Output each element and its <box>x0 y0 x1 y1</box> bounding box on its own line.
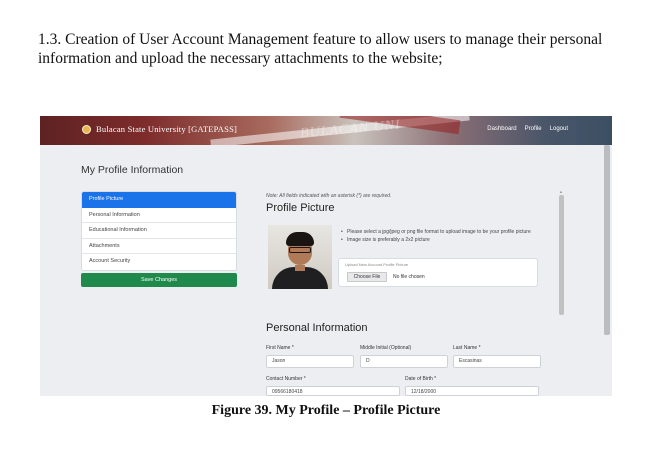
page-scrollbar[interactable] <box>604 145 610 335</box>
menu-item-educational-information[interactable]: Educational Information <box>82 223 236 239</box>
personal-information-title: Personal Information <box>266 322 368 334</box>
main-content: My Profile Information Profile Picture P… <box>40 145 612 396</box>
menu-item-profile-picture[interactable]: Profile Picture <box>82 192 236 208</box>
brand-name: Bulacan State University [GATEPASS] <box>96 124 238 134</box>
middle-initial-input[interactable]: D <box>360 355 448 368</box>
app-screenshot: BULACAN UNI Bulacan State University [GA… <box>40 116 612 396</box>
header-bar: BULACAN UNI Bulacan State University [GA… <box>40 116 612 145</box>
choose-file-button[interactable]: Choose File <box>347 272 387 282</box>
instruction-item: Image size is preferably a 2x2 picture <box>340 237 570 245</box>
menu-item-personal-information[interactable]: Personal Information <box>82 207 236 223</box>
file-status-text: No file chosen <box>393 274 425 280</box>
profile-photo <box>268 225 332 289</box>
document-intro-text: 1.3. Creation of User Account Management… <box>38 31 603 67</box>
nav-profile-link[interactable]: Profile <box>525 126 542 132</box>
save-changes-button[interactable]: Save Changes <box>81 273 237 287</box>
profile-picture-section: Note: All fields indicated with an aster… <box>266 193 572 214</box>
nav-dashboard-link[interactable]: Dashboard <box>487 126 516 132</box>
last-name-input[interactable]: Escasinas <box>453 355 541 368</box>
inner-scroll-up-icon[interactable]: ▲ <box>559 189 563 194</box>
figure-caption: Figure 39. My Profile – Profile Picture <box>211 403 441 418</box>
upload-instructions: Please select a jpg/jpeg or png file for… <box>340 229 570 244</box>
last-name-label: Last Name * <box>453 345 481 351</box>
page-title: My Profile Information <box>81 164 184 176</box>
menu-item-attachments[interactable]: Attachments <box>82 238 236 254</box>
date-of-birth-label: Date of Birth * <box>405 376 437 382</box>
upload-field-label: Upload New Account Profile Picture <box>345 262 409 267</box>
inner-scrollbar[interactable] <box>559 195 564 315</box>
contact-number-label: Contact Number * <box>266 376 306 382</box>
contact-number-input[interactable]: 09566180418 <box>266 386 400 396</box>
date-of-birth-input[interactable]: 12/18/2000 <box>405 386 539 396</box>
middle-initial-label: Middle Initial (Optional) <box>360 345 412 351</box>
upload-picture-field: Upload New Account Profile Picture Choos… <box>338 258 538 287</box>
header-banner-lettering: BULACAN UNI <box>299 117 402 142</box>
profile-section-menu: Profile Picture Personal Information Edu… <box>81 191 237 271</box>
first-name-label: First Name * <box>266 345 294 351</box>
first-name-input[interactable]: Jason <box>266 355 354 368</box>
instruction-item: Please select a jpg/jpeg or png file for… <box>340 229 570 237</box>
nav-logout-link[interactable]: Logout <box>550 126 568 132</box>
profile-picture-title: Profile Picture <box>266 202 335 214</box>
required-fields-note: Note: All fields indicated with an aster… <box>266 193 392 199</box>
brand[interactable]: Bulacan State University [GATEPASS] <box>82 124 237 134</box>
university-seal-icon <box>82 124 91 134</box>
top-nav: Dashboard Profile Logout <box>487 126 568 132</box>
menu-item-account-security[interactable]: Account Security <box>82 254 236 270</box>
